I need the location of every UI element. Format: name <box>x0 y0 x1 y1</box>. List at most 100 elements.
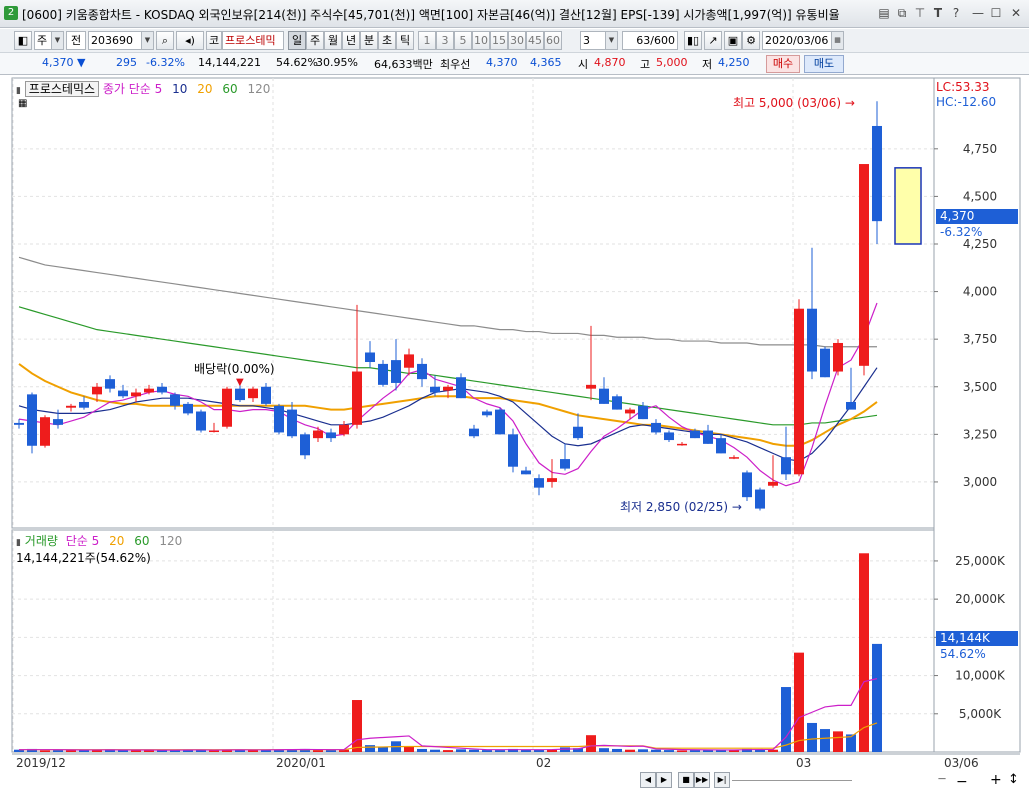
price-legend-name[interactable]: 프로스테믹스 <box>24 81 100 97</box>
candle-body-6 <box>92 386 102 395</box>
vol-ma5-legend: 5 <box>91 534 100 548</box>
candle-body-40 <box>534 478 544 488</box>
candle-body-61 <box>807 308 817 372</box>
chart-canvas[interactable]: 4,750 4,500 4,250 4,000 3,750 3,500 3,250 3,000… <box>0 0 1029 797</box>
candle-body-41 <box>547 478 557 482</box>
volume-bar-51 <box>677 750 687 752</box>
scroll-right-button[interactable]: ▶ <box>656 772 672 788</box>
volume-bar-36 <box>482 750 492 752</box>
candle-body-15 <box>209 430 219 433</box>
volume-bar-26 <box>352 700 362 752</box>
candle-body-36 <box>482 411 492 416</box>
volume-bar-61 <box>807 722 817 752</box>
candle-body-20 <box>274 405 284 433</box>
candle-body-27 <box>365 352 375 363</box>
candle-body-45 <box>599 388 609 404</box>
current-price-tag: 4,370 <box>936 209 1018 224</box>
volume-bar-47 <box>625 749 635 752</box>
vol-ma120-legend: 120 <box>159 534 183 548</box>
volume-bar-2 <box>40 750 50 752</box>
volume-bar-34 <box>456 749 466 752</box>
x-label-1: 2020/01 <box>276 756 326 770</box>
candle-body-5 <box>79 401 89 408</box>
volume-bar-44 <box>586 735 596 752</box>
lc-label: LC:53.33 <box>936 80 990 94</box>
end-button[interactable]: ▶| <box>714 772 730 788</box>
volume-tick-label-4: 5,000K <box>959 707 1002 721</box>
zoom-out-button[interactable]: − <box>956 774 968 790</box>
volume-bar-9 <box>131 750 141 752</box>
price-tick-label-0: 4,750 <box>963 142 997 156</box>
price-tick-label-7: 3,000 <box>963 475 997 489</box>
candle-body-54 <box>716 438 726 454</box>
candle-body-24 <box>326 432 336 439</box>
volume-bar-24 <box>326 750 336 752</box>
volume-summary: 14,144,221주(54.62%) <box>16 551 151 565</box>
volume-bar-45 <box>599 748 609 752</box>
candle-body-1 <box>27 394 37 446</box>
candle-body-48 <box>638 405 648 420</box>
candle-body-7 <box>105 379 115 389</box>
volume-bar-32 <box>430 749 440 752</box>
candle-body-28 <box>378 363 388 385</box>
candle-body-55 <box>729 457 739 459</box>
current-change-tag: -6.32% <box>940 225 983 239</box>
candle-body-23 <box>313 430 323 439</box>
candle-body-4 <box>66 405 76 408</box>
high-annotation: 최고 5,000 (03/06) → <box>733 96 855 110</box>
scroll-left-button[interactable]: ◀ <box>640 772 656 788</box>
volume-bar-27 <box>365 745 375 752</box>
zoom-in-button[interactable]: + <box>990 772 1002 788</box>
candle-body-33 <box>443 386 453 391</box>
candle-body-37 <box>495 409 505 435</box>
candle-body-44 <box>586 384 596 389</box>
candle-body-56 <box>742 472 752 498</box>
candle-body-57 <box>755 489 765 509</box>
candle-body-35 <box>469 428 479 437</box>
zoom-out-icon[interactable]: — <box>934 772 950 788</box>
vol-ma20-legend: 20 <box>109 534 125 548</box>
volume-bar-46 <box>612 748 622 752</box>
candle-body-3 <box>53 419 63 425</box>
candle-body-12 <box>170 394 180 406</box>
next-day-range-box <box>894 167 922 245</box>
fast-forward-button[interactable]: ▶▶ <box>694 772 710 788</box>
candle-body-62 <box>820 348 830 378</box>
low-annotation: 최저 2,850 (02/25) → <box>620 500 742 514</box>
candle-body-43 <box>573 426 583 439</box>
volume-bar-50 <box>664 750 674 752</box>
candle-body-34 <box>456 377 466 399</box>
candle-body-32 <box>430 386 440 393</box>
price-tick-label-6: 3,250 <box>963 427 997 441</box>
volume-bar-65 <box>859 553 869 752</box>
x-label-0: 2019/12 <box>16 756 66 770</box>
volume-legend: ▮ 거래량 단순 5 20 60 120 <box>16 534 183 548</box>
volume-bar-66 <box>872 643 882 752</box>
stop-button[interactable]: ■ <box>678 772 694 788</box>
zoom-slider[interactable] <box>732 780 852 781</box>
candle-body-14 <box>196 411 206 431</box>
candle-body-39 <box>521 470 531 475</box>
volume-bar-15 <box>209 750 219 752</box>
candle-body-11 <box>157 386 167 393</box>
x-label-3: 03 <box>796 756 811 770</box>
volume-current-tag: 14,144K <box>936 631 1018 646</box>
candle-body-2 <box>40 417 50 446</box>
price-tick-label-2: 4,250 <box>963 237 997 251</box>
candle-body-63 <box>833 342 843 372</box>
sort-icon[interactable]: ↕ <box>1008 772 1019 787</box>
candle-body-47 <box>625 409 635 414</box>
candle-body-49 <box>651 422 661 433</box>
dividend-annotation: 배당락(0.00%) <box>194 362 275 376</box>
volume-bar-63 <box>833 731 843 752</box>
price-legend: ▮ 프로스테믹스 종가 단순 5 10 20 60 120 <box>16 81 271 97</box>
volume-bar-4 <box>66 750 76 752</box>
candle-body-60 <box>794 308 804 475</box>
volume-bar-62 <box>820 729 830 752</box>
candle-body-8 <box>118 390 128 397</box>
grid-icon[interactable]: ▦ <box>18 98 27 109</box>
volume-tick-label-0: 25,000K <box>955 554 1006 568</box>
price-legend-series: 종가 단순 <box>102 82 151 96</box>
dividend-arrow-icon: ▼ <box>236 377 244 388</box>
candle-body-64 <box>846 401 856 410</box>
